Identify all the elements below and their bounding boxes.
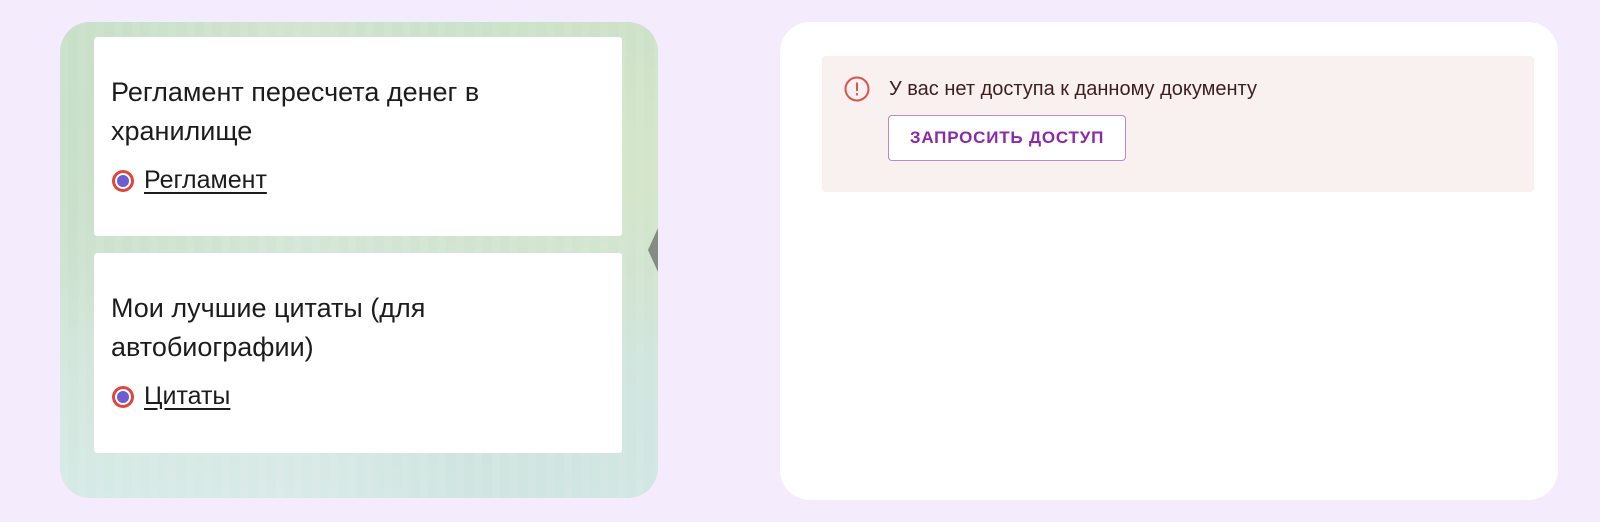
- document-title: Регламент пересчета денег в хранилище: [111, 77, 480, 146]
- document-title: Мои лучшие цитаты (для автобиографии): [111, 293, 426, 362]
- request-access-button[interactable]: ЗАПРОСИТЬ ДОСТУП: [888, 115, 1126, 161]
- document-link-label[interactable]: Цитаты: [144, 382, 230, 411]
- document-card[interactable]: Мои лучшие цитаты (для автобиографии) Ци…: [94, 253, 622, 453]
- access-denied-message: У вас нет доступа к данному документу: [889, 78, 1257, 100]
- document-card[interactable]: Регламент пересчета денег в хранилище Ре…: [94, 37, 622, 236]
- access-denied-alert: У вас нет доступа к данному документу ЗА…: [822, 56, 1534, 192]
- target-dot-icon: [112, 385, 134, 408]
- document-view-panel: У вас нет доступа к данному документу ЗА…: [780, 22, 1558, 500]
- background-decoration: [648, 228, 658, 272]
- error-circle-icon: [844, 76, 870, 102]
- target-dot-icon: [112, 169, 134, 192]
- document-link-label[interactable]: Регламент: [144, 166, 267, 195]
- document-link[interactable]: Регламент: [111, 166, 267, 195]
- document-link[interactable]: Цитаты: [111, 382, 230, 411]
